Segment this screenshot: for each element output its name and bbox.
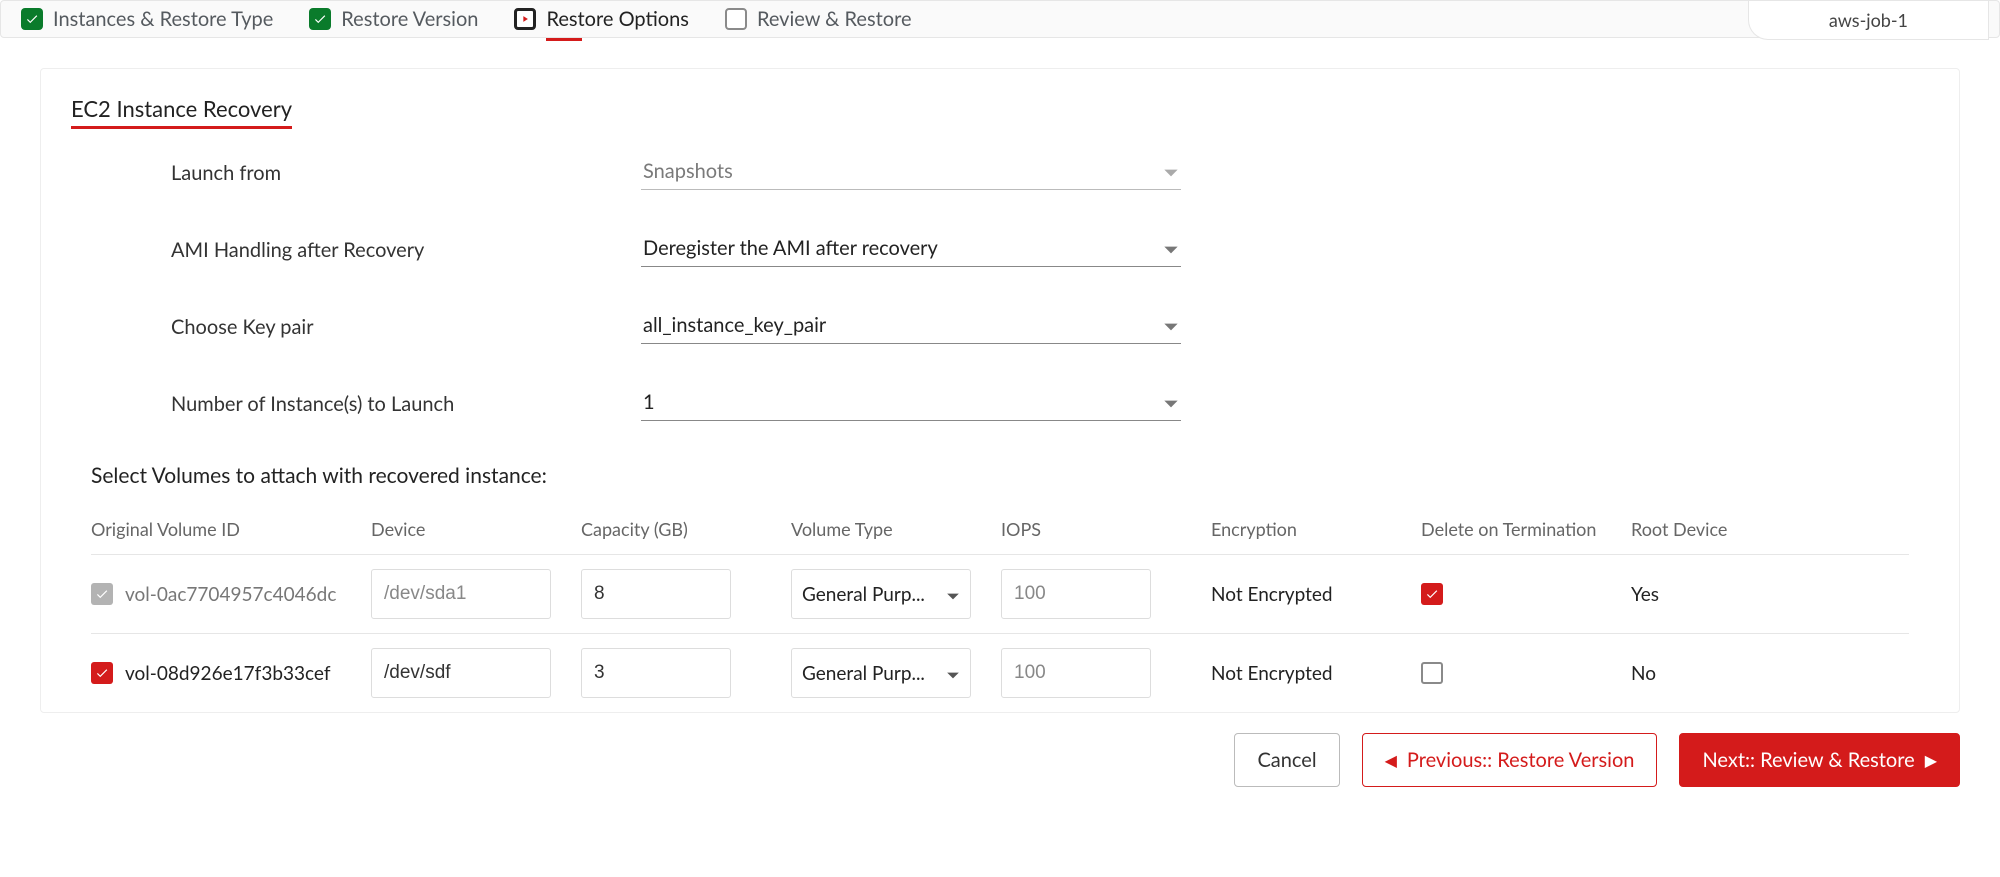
col-encryption: Encryption	[1211, 518, 1421, 540]
num-instances-label: Number of Instance(s) to Launch	[71, 392, 641, 416]
previous-button[interactable]: ◀ Previous:: Restore Version	[1362, 733, 1658, 787]
ec2-recovery-card: EC2 Instance Recovery Launch from Snapsh…	[40, 68, 1960, 713]
volume-id: vol-08d926e17f3b33cef	[125, 662, 331, 685]
button-label: Next:: Review & Restore	[1702, 748, 1914, 772]
step-restore-version[interactable]: Restore Version	[309, 7, 478, 31]
step-restore-options[interactable]: Restore Options	[514, 7, 688, 31]
check-icon	[21, 8, 43, 30]
device-input[interactable]	[371, 569, 551, 619]
col-root-device: Root Device	[1631, 518, 1841, 540]
next-button[interactable]: Next:: Review & Restore ▶	[1679, 733, 1960, 787]
col-delete-on-term: Delete on Termination	[1421, 518, 1631, 540]
unchecked-icon	[725, 8, 747, 30]
volume-id: vol-0ac7704957c4046dc	[125, 583, 336, 606]
card-title: EC2 Instance Recovery	[71, 95, 292, 129]
chevron-down-icon	[1163, 236, 1179, 260]
key-pair-select[interactable]: all_instance_key_pair	[641, 309, 1181, 344]
chevron-down-icon	[1163, 159, 1179, 183]
col-iops: IOPS	[1001, 518, 1211, 540]
num-instances-select[interactable]: 1	[641, 386, 1181, 421]
button-label: Cancel	[1257, 748, 1316, 772]
volume-row: vol-08d926e17f3b33cef General Purp... No…	[91, 634, 1909, 712]
encryption-value: Not Encrypted	[1211, 583, 1421, 606]
wizard-footer: Cancel ◀ Previous:: Restore Version Next…	[0, 713, 2000, 805]
step-label: Restore Version	[341, 7, 478, 31]
wizard-stepbar: Instances & Restore Type Restore Version…	[0, 0, 2000, 38]
volume-select-checkbox[interactable]	[91, 662, 113, 684]
select-value: Snapshots	[643, 159, 733, 183]
root-device-value: Yes	[1631, 583, 1841, 606]
chevron-down-icon	[946, 583, 960, 606]
col-original-volume-id: Original Volume ID	[91, 518, 371, 540]
iops-input[interactable]	[1001, 569, 1151, 619]
device-input[interactable]	[371, 648, 551, 698]
play-icon	[514, 8, 536, 30]
ami-handling-select[interactable]: Deregister the AMI after recovery	[641, 232, 1181, 267]
select-value: Deregister the AMI after recovery	[643, 236, 938, 260]
launch-from-select: Snapshots	[641, 155, 1181, 190]
chevron-down-icon	[1163, 313, 1179, 337]
key-pair-label: Choose Key pair	[71, 315, 641, 339]
select-value: all_instance_key_pair	[643, 313, 826, 337]
select-value: General Purp...	[802, 662, 925, 685]
chevron-down-icon	[1163, 390, 1179, 414]
col-volume-type: Volume Type	[791, 518, 1001, 540]
capacity-input[interactable]	[581, 569, 731, 619]
iops-input[interactable]	[1001, 648, 1151, 698]
launch-from-label: Launch from	[71, 161, 641, 185]
step-label: Review & Restore	[757, 7, 912, 31]
col-device: Device	[371, 518, 581, 540]
encryption-value: Not Encrypted	[1211, 662, 1421, 685]
check-icon	[309, 8, 331, 30]
ami-handling-label: AMI Handling after Recovery	[71, 238, 641, 262]
step-label: Instances & Restore Type	[53, 7, 273, 31]
volume-type-select[interactable]: General Purp...	[791, 648, 971, 698]
step-review-restore[interactable]: Review & Restore	[725, 7, 912, 31]
select-value: 1	[643, 390, 655, 414]
capacity-input[interactable]	[581, 648, 731, 698]
delete-on-term-checkbox[interactable]	[1421, 662, 1443, 684]
button-label: Previous:: Restore Version	[1407, 748, 1635, 772]
chevron-left-icon: ◀	[1385, 751, 1397, 770]
volume-row: vol-0ac7704957c4046dc General Purp... No…	[91, 555, 1909, 634]
chevron-right-icon: ▶	[1925, 751, 1937, 770]
volume-type-select[interactable]: General Purp...	[791, 569, 971, 619]
cancel-button[interactable]: Cancel	[1234, 733, 1339, 787]
root-device-value: No	[1631, 662, 1841, 685]
step-label: Restore Options	[546, 7, 688, 31]
volumes-heading: Select Volumes to attach with recovered …	[91, 463, 1929, 488]
delete-on-term-checkbox[interactable]	[1421, 583, 1443, 605]
select-value: General Purp...	[802, 583, 925, 606]
job-name-tab: aws-job-1	[1748, 1, 1989, 40]
volume-select-checkbox	[91, 583, 113, 605]
chevron-down-icon	[946, 662, 960, 685]
volumes-table-head: Original Volume ID Device Capacity (GB) …	[91, 506, 1909, 555]
step-instances-restore-type[interactable]: Instances & Restore Type	[21, 7, 273, 31]
col-capacity: Capacity (GB)	[581, 518, 791, 540]
